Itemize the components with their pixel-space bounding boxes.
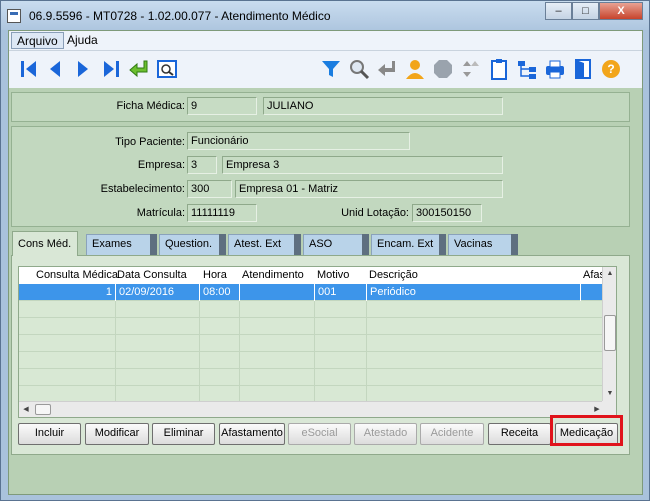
modificar-button[interactable]: Modificar — [85, 423, 149, 445]
tab-bar: Cons Méd. Exames Question. Atest. Ext AS… — [12, 231, 632, 256]
clipboard-icon[interactable] — [486, 56, 512, 82]
stop-icon[interactable] — [430, 56, 456, 82]
matricula-label: Matrícula: — [136, 207, 185, 219]
cell-data: 02/09/2016 — [116, 284, 200, 301]
cell-afas — [581, 284, 604, 301]
ficha-name-field[interactable]: JULIANO — [263, 97, 503, 115]
vertical-scroll-thumb[interactable] — [604, 315, 616, 351]
next-record-icon[interactable] — [70, 56, 96, 82]
ficha-section: Ficha Médica: 9 JULIANO — [11, 92, 630, 122]
enter-icon[interactable] — [374, 56, 400, 82]
minimize-button[interactable]: – — [545, 2, 572, 20]
col-motivo[interactable]: Motivo — [317, 269, 349, 281]
app-icon — [7, 9, 21, 23]
client-area: Arquivo Ajuda ? Ficha Médica: 9 JULIANO … — [8, 30, 643, 495]
cell-consulta: 1 — [19, 284, 116, 301]
exit-icon[interactable] — [570, 56, 596, 82]
patient-section: Tipo Paciente: Funcionário Empresa: 3 Em… — [11, 126, 630, 227]
menu-arquivo[interactable]: Arquivo — [11, 32, 64, 49]
tab-question[interactable]: Question. — [159, 234, 226, 256]
afastamento-button[interactable]: Afastamento — [219, 423, 285, 445]
preview-icon[interactable] — [154, 56, 180, 82]
tipo-paciente-field[interactable]: Funcionário — [187, 132, 410, 150]
highlight-box — [550, 415, 623, 446]
previous-record-icon[interactable] — [42, 56, 68, 82]
tab-encam-ext[interactable]: Encam. Ext — [371, 234, 446, 256]
close-button[interactable]: X — [599, 2, 643, 20]
filter-icon[interactable] — [318, 56, 344, 82]
cell-motivo: 001 — [315, 284, 367, 301]
ficha-label: Ficha Médica: — [116, 100, 185, 112]
tab-cons-med[interactable]: Cons Méd. — [12, 231, 78, 256]
empresa-name-field[interactable]: Empresa 3 — [222, 156, 503, 174]
first-record-icon[interactable] — [16, 56, 42, 82]
scroll-down-icon[interactable]: ▼ — [603, 387, 616, 401]
horizontal-scroll-thumb[interactable] — [35, 404, 51, 415]
receita-button[interactable]: Receita — [488, 423, 551, 445]
consultations-grid[interactable]: Consulta Médica Data Consulta Hora Atend… — [18, 266, 617, 418]
sort-icon[interactable] — [458, 56, 484, 82]
scroll-left-icon[interactable]: ◀ — [19, 402, 33, 417]
return-icon[interactable] — [126, 56, 152, 82]
grid-header: Consulta Médica Data Consulta Hora Atend… — [19, 267, 605, 284]
acidente-button[interactable]: Acidente — [420, 423, 484, 445]
horizontal-scrollbar[interactable]: ◀ ▶ — [19, 401, 604, 417]
app-window: 06.9.5596 - MT0728 - 1.02.00.077 - Atend… — [0, 0, 650, 501]
empresa-code-field[interactable]: 3 — [187, 156, 217, 174]
vertical-scrollbar[interactable]: ▲ ▼ — [602, 267, 616, 401]
empresa-label: Empresa: — [137, 159, 185, 171]
incluir-button[interactable]: Incluir — [18, 423, 81, 445]
user-icon[interactable] — [402, 56, 428, 82]
eliminar-button[interactable]: Eliminar — [152, 423, 215, 445]
menu-ajuda[interactable]: Ajuda — [62, 32, 103, 49]
maximize-button[interactable]: □ — [572, 2, 599, 20]
cell-hora: 08:00 — [200, 284, 240, 301]
estabelecimento-code-field[interactable]: 300 — [187, 180, 232, 198]
tab-vacinas[interactable]: Vacinas — [448, 234, 518, 256]
tipo-paciente-label: Tipo Paciente: — [115, 136, 185, 148]
cell-descricao: Periódico — [367, 284, 581, 301]
atestado-button[interactable]: Atestado — [354, 423, 417, 445]
estabelecimento-name-field[interactable]: Empresa 01 - Matriz — [235, 180, 503, 198]
estabelecimento-label: Estabelecimento: — [100, 183, 185, 195]
matricula-field[interactable]: 11111119 — [187, 204, 257, 222]
esocial-button[interactable]: eSocial — [288, 423, 351, 445]
title-bar[interactable]: 06.9.5596 - MT0728 - 1.02.00.077 - Atend… — [1, 1, 649, 30]
tab-exames[interactable]: Exames — [86, 234, 157, 256]
menu-bar: Arquivo Ajuda — [9, 31, 642, 51]
unid-lotacao-field[interactable]: 300150150 — [412, 204, 482, 222]
cell-atendimento — [240, 284, 315, 301]
unid-lotacao-label: Unid Lotação: — [341, 207, 409, 219]
svg-text:?: ? — [607, 62, 614, 76]
window-title: 06.9.5596 - MT0728 - 1.02.00.077 - Atend… — [29, 9, 331, 23]
col-descricao[interactable]: Descrição — [369, 269, 418, 281]
ficha-number-field[interactable]: 9 — [187, 97, 257, 115]
print-icon[interactable] — [542, 56, 568, 82]
table-row[interactable]: 1 02/09/2016 08:00 001 Periódico — [19, 284, 604, 301]
tab-aso[interactable]: ASO — [303, 234, 369, 256]
toolbar: ? — [9, 51, 642, 88]
hierarchy-icon[interactable] — [514, 56, 540, 82]
tab-atest-ext[interactable]: Atest. Ext — [228, 234, 301, 256]
scroll-up-icon[interactable]: ▲ — [603, 267, 616, 281]
col-data-consulta[interactable]: Data Consulta — [117, 269, 187, 281]
help-icon[interactable]: ? — [598, 56, 624, 82]
col-hora[interactable]: Hora — [203, 269, 227, 281]
last-record-icon[interactable] — [98, 56, 124, 82]
col-consulta-medica[interactable]: Consulta Médica — [36, 269, 118, 281]
search-icon[interactable] — [346, 56, 372, 82]
col-atendimento[interactable]: Atendimento — [242, 269, 304, 281]
